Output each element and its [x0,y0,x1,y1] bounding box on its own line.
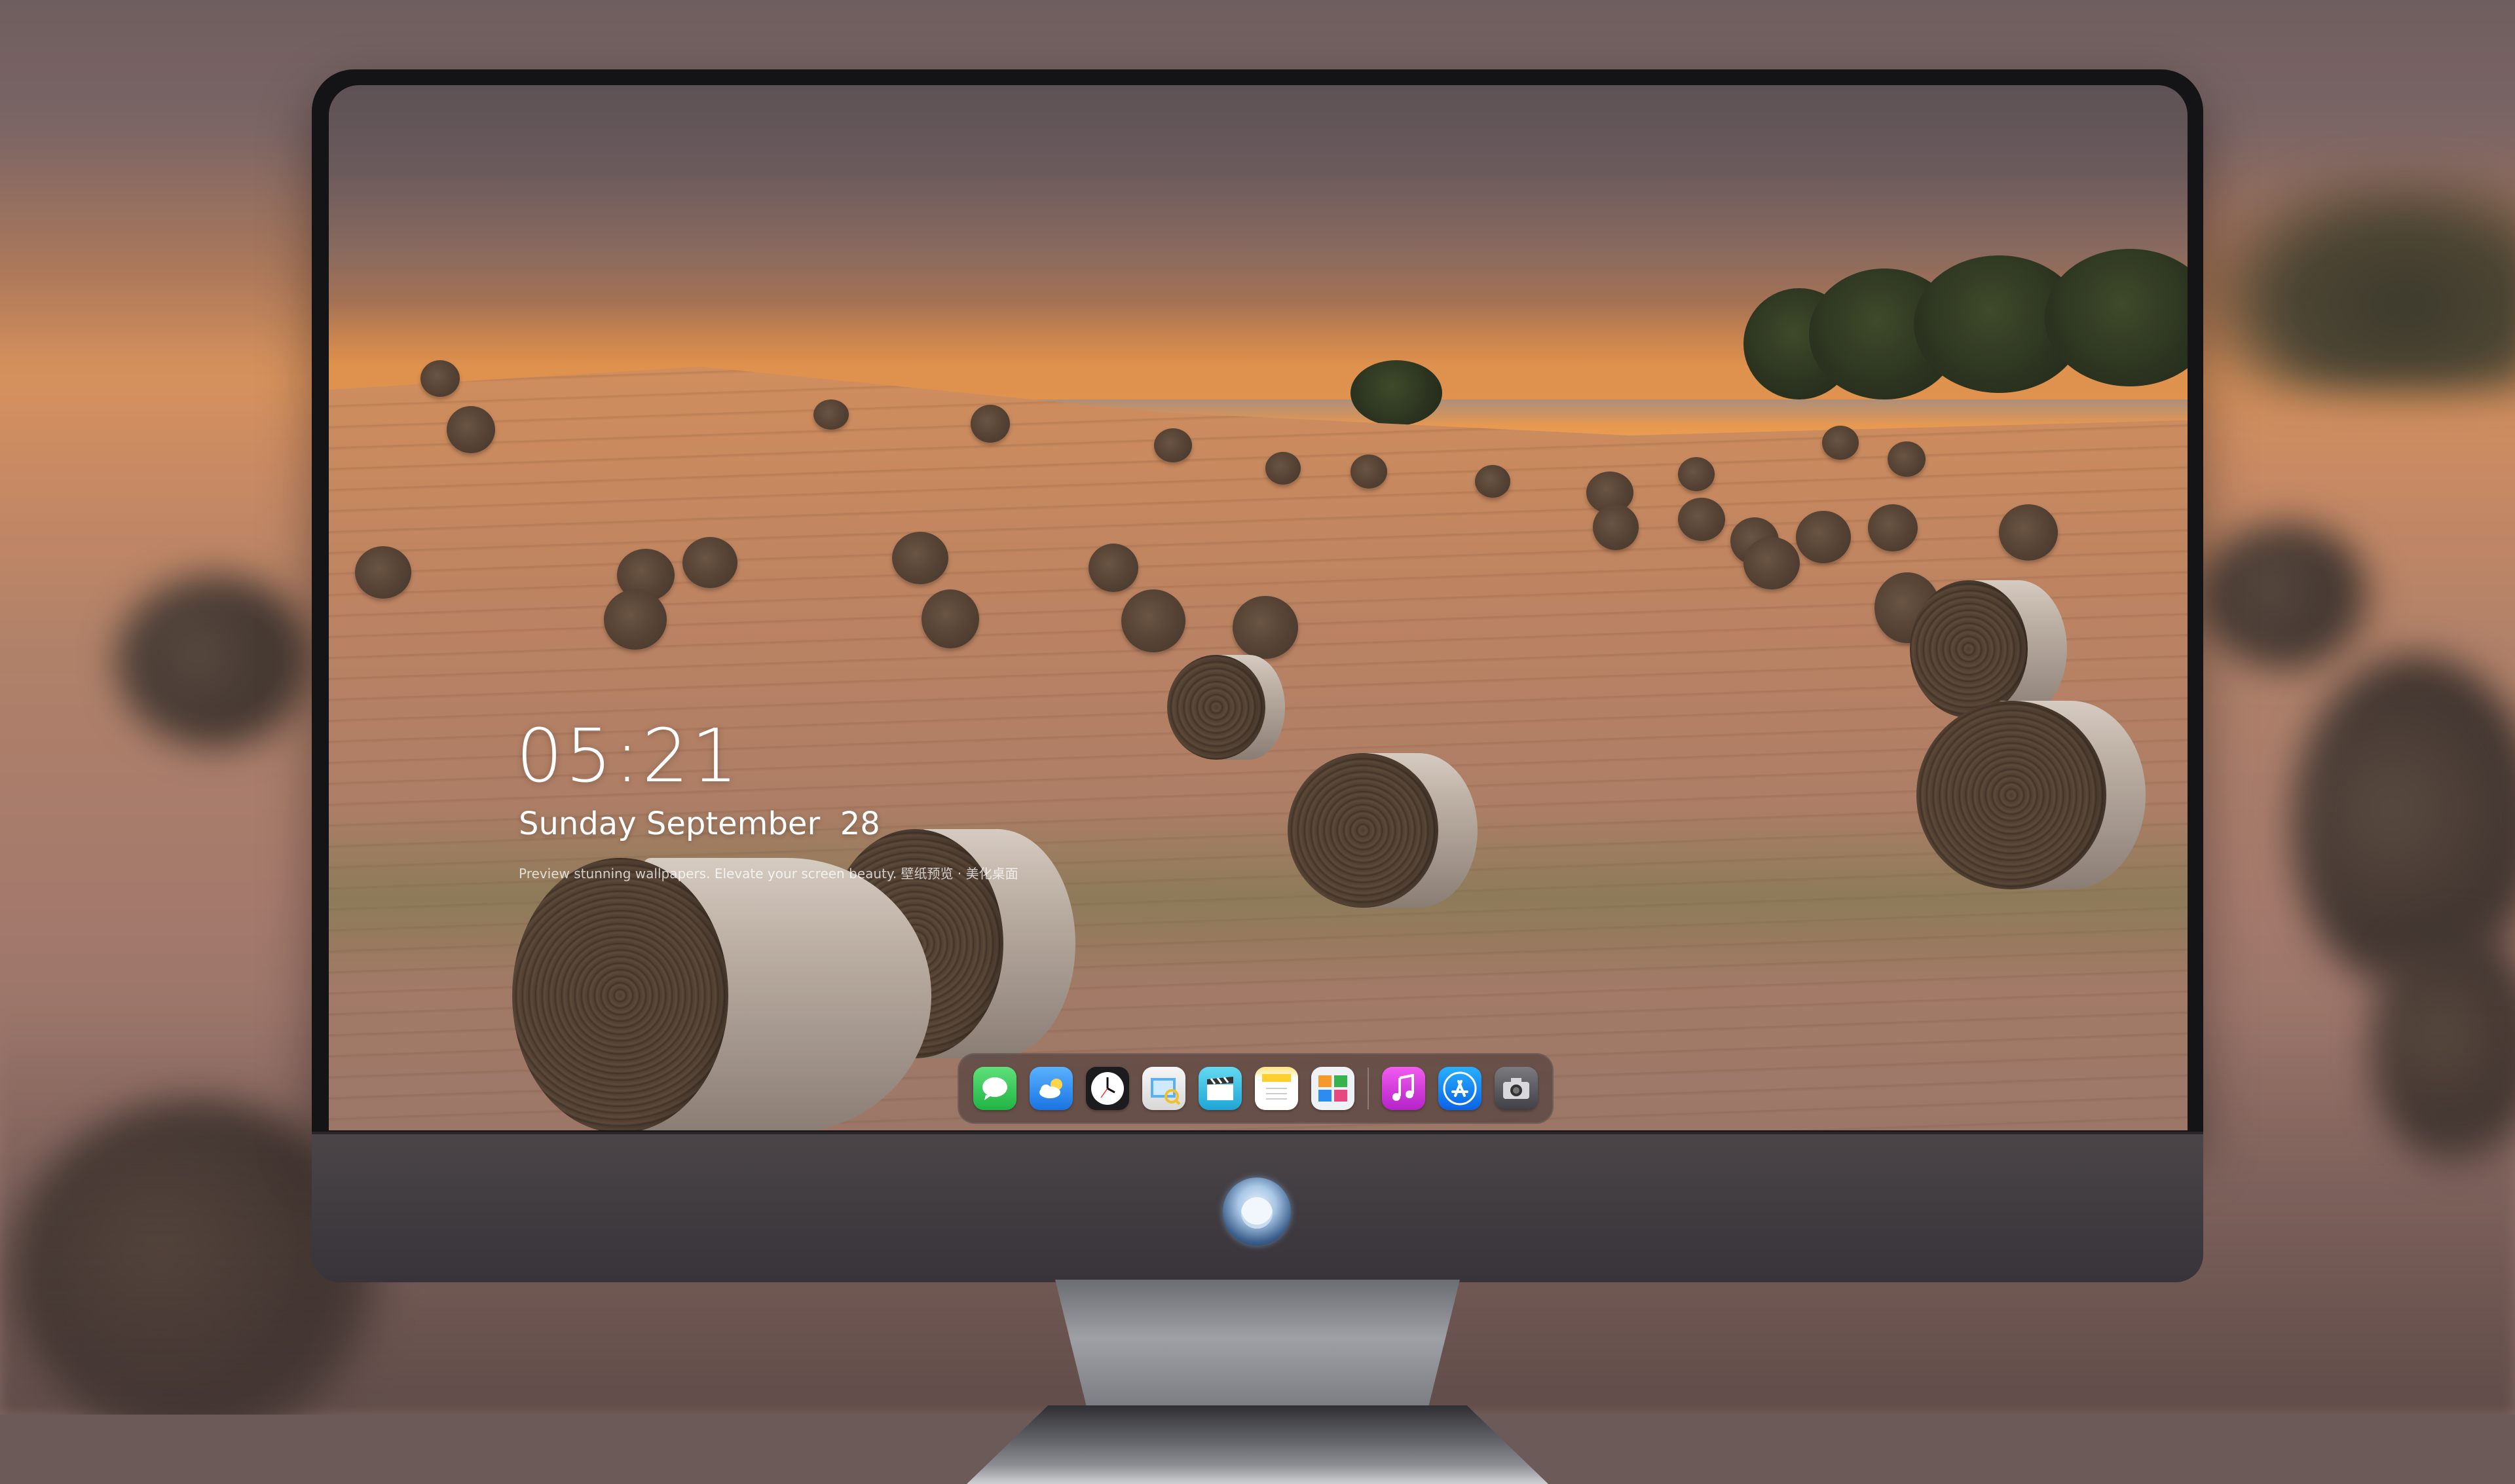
clapperboard-icon[interactable] [1199,1067,1242,1110]
hay-bale [1822,426,1867,460]
photo-preview-icon[interactable] [1142,1067,1185,1110]
photo-grid-icon[interactable] [1311,1067,1354,1110]
hay-bale [922,589,992,648]
hay-bale [1154,428,1201,462]
hay-bale [813,399,857,430]
lock-date: Sunday September 28 [519,806,880,842]
dock-separator [1368,1067,1369,1109]
lock-tagline: Preview stunning wallpapers. Elevate you… [519,866,1018,881]
hay-bale [355,546,424,599]
hay-bale [1089,544,1149,592]
backdrop-bale [2201,524,2371,668]
hay-bale [892,532,961,584]
hay-bale-large [512,858,931,1130]
monitor-stand-base [967,1405,1548,1484]
hay-bale-large [1916,701,2146,889]
hay-bale [1743,537,1812,589]
hay-bale-large [1167,655,1285,760]
hay-bale [1999,504,2071,561]
backdrop-trees [2201,170,2515,393]
lock-clock-time: 05:21 [516,714,741,799]
backdrop-bale [118,576,314,747]
desktop-screen: 05:21 Sunday September 28 Preview stunni… [329,85,2188,1130]
tree [1351,360,1442,426]
hay-bale [971,405,1019,443]
camera-icon[interactable] [1495,1067,1538,1110]
hay-bale [1796,511,1863,563]
hay-bale [447,406,506,453]
hay-bale [1121,589,1200,652]
hay-bale [604,589,681,650]
hay-bale [1351,454,1396,489]
hay-bale [1678,457,1723,491]
hay-bale [682,537,750,588]
hay-bale-large [1288,753,1478,908]
monitor-stand-neck [1055,1280,1460,1411]
cloud-sun-icon[interactable] [1030,1067,1073,1110]
hay-bale [1888,441,1934,477]
message-bubble-icon[interactable] [973,1067,1016,1110]
hay-bale [1233,596,1313,659]
cat-mascot-logo [1223,1178,1291,1246]
dock [958,1053,1554,1124]
notes-icon[interactable] [1255,1067,1298,1110]
hay-bale [1265,452,1309,485]
music-note-icon[interactable] [1382,1067,1425,1110]
app-store-icon[interactable] [1438,1067,1481,1110]
clock-icon[interactable] [1086,1067,1129,1110]
hay-bale-large [1910,580,2067,718]
hay-bale [1475,465,1518,498]
hay-bale [1868,504,1929,551]
hay-bale [420,360,469,397]
hay-bale [1593,504,1649,550]
hay-bale [1678,498,1736,541]
monitor: 05:21 Sunday September 28 Preview stunni… [312,69,2203,1484]
